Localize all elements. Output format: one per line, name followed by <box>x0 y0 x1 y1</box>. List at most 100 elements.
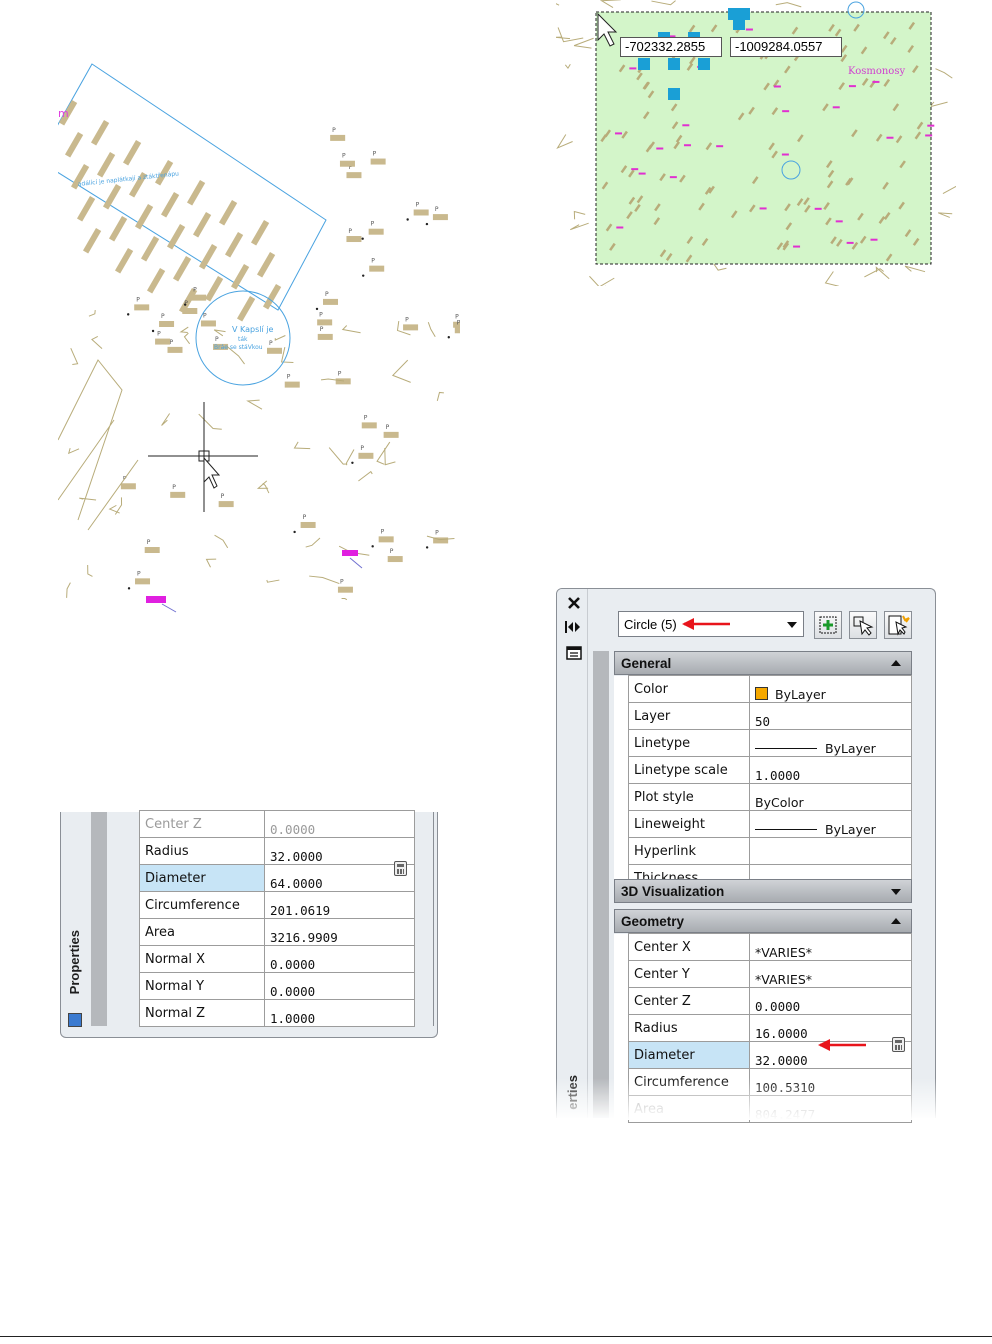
property-name: Color <box>628 675 750 703</box>
map-label-kapsli: V Kapslí je <box>232 325 273 334</box>
svg-text:P: P <box>342 153 346 160</box>
quick-calc-icon[interactable] <box>892 1037 905 1052</box>
property-value[interactable]: ByLayer <box>749 675 912 703</box>
row-indent <box>614 756 629 784</box>
svg-text:P: P <box>147 539 151 546</box>
section-3d-visualization[interactable]: 3D Visualization <box>614 879 912 903</box>
row-indent <box>614 783 629 811</box>
property-row[interactable]: Linetype scale 1.0000 <box>614 756 912 784</box>
quick-select-button[interactable] <box>884 611 912 639</box>
quick-calc-icon[interactable] <box>394 861 407 876</box>
svg-text:P: P <box>221 493 225 500</box>
drawing-canvas-right[interactable]: Kosmonosy -702332.2855 -1009284.0557 <box>556 0 956 286</box>
property-row[interactable]: Normal X 0.0000 <box>139 945 415 973</box>
linetype-preview <box>755 748 817 749</box>
grip-handle <box>698 58 710 70</box>
row-indent <box>614 702 629 730</box>
property-row[interactable]: Normal Y 0.0000 <box>139 972 415 1000</box>
property-row[interactable]: Layer 50 <box>614 702 912 730</box>
property-value-text: ByLayer <box>775 687 826 702</box>
property-value[interactable]: ByLayer <box>749 810 912 838</box>
property-row[interactable]: Center Y *VARIES* <box>614 960 912 988</box>
property-row[interactable]: Hyperlink <box>614 837 912 865</box>
svg-text:P: P <box>157 331 161 338</box>
property-value[interactable] <box>749 837 912 865</box>
grip-handle <box>668 58 680 70</box>
row-indent <box>614 810 629 838</box>
svg-text:P: P <box>193 287 197 294</box>
property-value[interactable]: 0.0000 <box>264 972 415 1000</box>
properties-tab-label[interactable]: Properties <box>67 930 82 994</box>
property-row[interactable]: Linetype ByLayer <box>614 729 912 757</box>
collapse-icon <box>891 918 901 924</box>
property-name: Layer <box>628 702 750 730</box>
property-row[interactable]: Center Z 0.0000 <box>614 987 912 1015</box>
property-value[interactable]: 32.0000 <box>264 837 415 865</box>
property-value[interactable]: 0.0000 <box>264 810 415 838</box>
general-grid: Color ByLayer Layer 50 Linetype ByLayer Linety… <box>614 675 912 892</box>
property-value[interactable]: 3216.9909 <box>264 918 415 946</box>
map-label-braze: Bráe se stáVkou <box>214 344 263 351</box>
property-row[interactable]: Circumference 201.0619 <box>139 891 415 919</box>
red-arrow-icon <box>818 1039 866 1051</box>
property-row[interactable]: Plot style ByColor <box>614 783 912 811</box>
svg-text:P: P <box>416 202 420 209</box>
property-row[interactable]: Color ByLayer <box>614 675 912 703</box>
property-value[interactable]: 1.0000 <box>264 999 415 1027</box>
row-indent <box>614 1014 629 1042</box>
quick-select-icon <box>888 615 910 636</box>
grip-handle <box>733 18 745 30</box>
svg-text:P: P <box>360 445 364 452</box>
property-value[interactable]: ByColor <box>749 783 912 811</box>
section-geometry[interactable]: Geometry <box>614 909 912 933</box>
toggle-pickadd-button[interactable] <box>814 611 842 639</box>
fade-overlay <box>556 1078 936 1120</box>
properties-grid-small: Center Z 0.0000 Radius 32.0000 Diameter 64.00… <box>139 810 415 1027</box>
linetype-preview <box>755 829 817 830</box>
property-name: Center Y <box>628 960 750 988</box>
property-value[interactable]: 50 <box>749 702 912 730</box>
close-icon[interactable] <box>567 596 581 610</box>
property-name: Lineweight <box>628 810 750 838</box>
svg-text:P: P <box>364 414 368 421</box>
property-name: Plot style <box>628 783 750 811</box>
auto-hide-icon[interactable] <box>564 620 582 634</box>
property-name: Linetype scale <box>628 756 750 784</box>
property-value[interactable]: *VARIES* <box>749 960 912 988</box>
section-viz-title: 3D Visualization <box>621 884 725 899</box>
row-indent <box>614 837 629 865</box>
property-value[interactable]: ByLayer <box>749 729 912 757</box>
property-row[interactable]: Diameter 64.0000 <box>139 864 415 892</box>
select-objects-button[interactable] <box>849 611 877 639</box>
properties-icon[interactable] <box>68 1013 82 1027</box>
grip-handle <box>638 58 650 70</box>
select-objects-icon <box>853 616 874 636</box>
svg-text:P: P <box>320 326 324 333</box>
property-value[interactable]: 201.0619 <box>264 891 415 919</box>
property-row[interactable]: Lineweight ByLayer <box>614 810 912 838</box>
property-row[interactable]: Normal Z 1.0000 <box>139 999 415 1027</box>
property-row[interactable]: Center X *VARIES* <box>614 933 912 961</box>
property-row[interactable]: Area 3216.9909 <box>139 918 415 946</box>
section-general[interactable]: General <box>614 651 912 675</box>
svg-text:P: P <box>137 570 141 577</box>
property-name: Center Z <box>139 810 265 838</box>
property-name: Diameter <box>628 1041 750 1069</box>
pointer-cursor-icon <box>203 456 221 489</box>
drawing-canvas-left[interactable]: PPPPPPPPPPPPPPPPPPPPPPPPPPPPPPPPPPPPPPP … <box>58 60 460 616</box>
coord-y-input[interactable]: -1009284.0557 <box>730 37 842 57</box>
coord-x-input[interactable]: -702332.2855 <box>620 37 722 57</box>
palette-menu-icon[interactable] <box>566 646 582 660</box>
property-row[interactable]: Center Z 0.0000 <box>139 810 415 838</box>
property-value[interactable]: 0.0000 <box>264 945 415 973</box>
property-name: Diameter <box>139 864 265 892</box>
property-value[interactable]: 64.0000 <box>264 864 415 892</box>
property-name: Normal Y <box>139 972 265 1000</box>
palette-scroll-stripe <box>593 651 609 1118</box>
property-value[interactable]: 1.0000 <box>749 756 912 784</box>
property-value[interactable]: 0.0000 <box>749 987 912 1015</box>
property-row[interactable]: Radius 32.0000 <box>139 837 415 865</box>
property-value[interactable]: *VARIES* <box>749 933 912 961</box>
coord-x-value: -702332.2855 <box>625 39 706 54</box>
color-swatch <box>755 687 768 700</box>
